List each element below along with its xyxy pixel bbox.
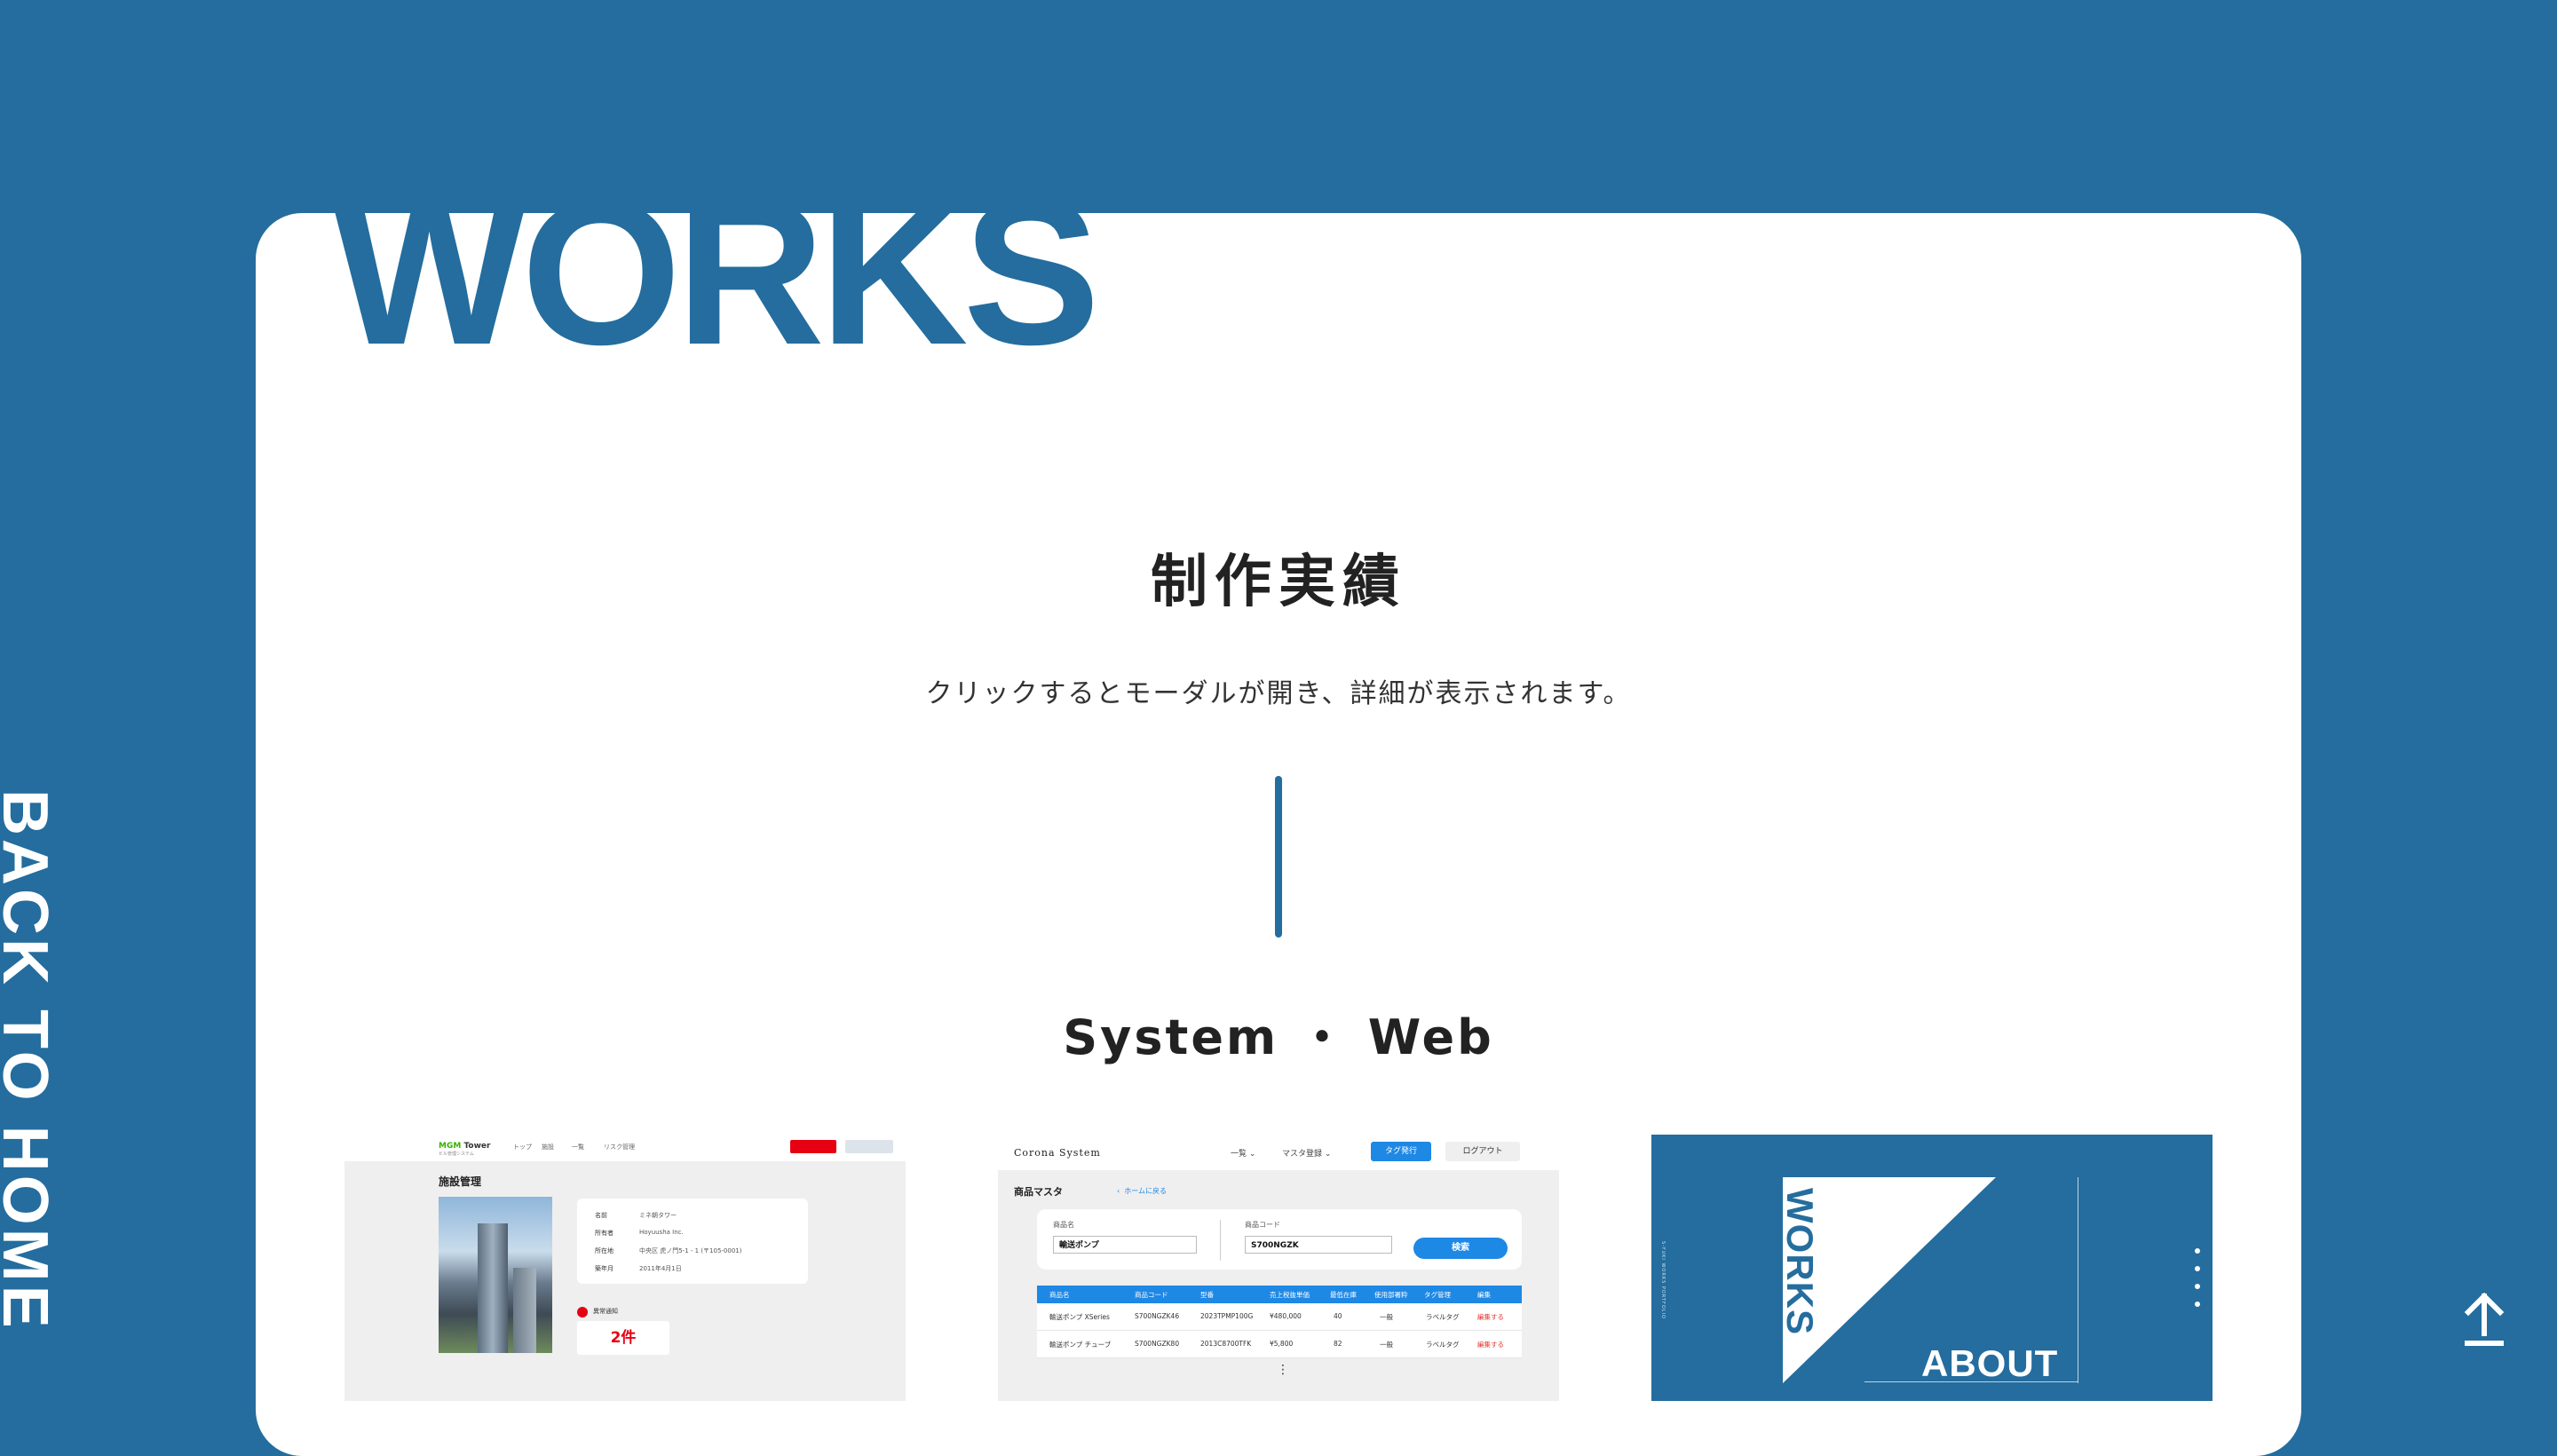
tag-issue-button: タグ発行 [1371,1142,1431,1161]
work-card-facility[interactable]: MGM Tower ビル管理システム トップ 施設 一覧 リスク管理 施設管理 … [344,1135,906,1401]
section-description: クリックするとモーダルが開き、詳細が表示されます。 [925,678,1632,709]
portfolio-about-title: ABOUT [1921,1342,2059,1384]
portfolio-vertical-text: S-YUKI WORKS PORTFOLIO [1660,1241,1666,1319]
table-header: 商品名 商品コード 型番 売上税抜単価 最低在庫 使用部署粋 タグ管理 編集 [1037,1286,1522,1303]
form-separator [1220,1220,1221,1261]
portfolio-works-title: WORKS [1779,1188,1821,1335]
page-title: 商品マスタ [1014,1186,1063,1198]
facility-logo-sub: ビル管理システム [439,1151,474,1157]
table-row: 輸送ポンプ XSeries S700NGZK46 2023TPMP100G ¥4… [1037,1303,1522,1331]
header-button-red [790,1140,836,1153]
info-row: 築年月 2011年4月1日 [595,1265,682,1272]
nav-item: トップ [513,1143,532,1151]
building-shape [478,1223,508,1353]
search-button: 検索 [1413,1238,1508,1259]
info-row: 所在地 中央区 虎ノ門5-1 - 1 (〒105-0001) [595,1247,742,1254]
product-table: 商品名 商品コード 型番 売上税抜単価 最低在庫 使用部署粋 タグ管理 編集 輸… [1037,1286,1522,1358]
corona-logo: Corona System [1014,1147,1101,1159]
facility-logo: MGM Tower [439,1142,491,1151]
nav-item: 一覧 ⌄ [1231,1150,1256,1159]
back-link: ‹ ホームに戻る [1117,1187,1168,1195]
alert-icon [577,1307,588,1318]
works-title: WORKS [332,158,1100,388]
nav-item: 施設 [542,1143,554,1151]
page-title: 施設管理 [439,1175,482,1188]
arrow-up-bar-icon[interactable] [2461,1293,2507,1348]
section-title-jp: 制作実績 [1151,550,1406,615]
code-label: 商品コード [1245,1221,1280,1229]
info-row: 所有者 Hoyuusha Inc. [595,1229,684,1237]
code-input: S700NGZK [1245,1236,1392,1254]
name-label: 商品名 [1053,1221,1074,1229]
building-shape [513,1268,536,1353]
card-header: MGM Tower ビル管理システム トップ 施設 一覧 リスク管理 [344,1135,906,1161]
work-card-portfolio[interactable]: S-YUKI WORKS PORTFOLIO WORKS ABOUT [1651,1135,2213,1401]
alert-label: 異常通知 [593,1308,618,1315]
header-button-gray [845,1140,893,1153]
card-header: Corona System 一覧 ⌄ マスタ登録 ⌄ タグ発行 ログアウト [998,1135,1559,1170]
nav-item: リスク管理 [604,1143,635,1151]
nav-item: マスタ登録 ⌄ [1282,1150,1332,1159]
logout-button: ログアウト [1445,1142,1520,1161]
info-row: 名前 ミネ朝タワー [595,1212,677,1219]
more-rows-indicator: ⋮ [1277,1363,1289,1377]
facebook-icon [2195,1302,2200,1307]
category-heading: System ・ Web [1063,1009,1494,1065]
nav-item: 一覧 [572,1143,584,1151]
info-panel: 名前 ミネ朝タワー 所有者 Hoyuusha Inc. 所在地 中央区 虎ノ門5-1 … [577,1199,808,1284]
instagram-icon [2195,1266,2200,1271]
github-icon [2195,1284,2200,1289]
table-row: 輸送ポンプ チューブ S700NGZK80 2013C8700TFK ¥5,80… [1037,1331,1522,1358]
work-card-corona[interactable]: Corona System 一覧 ⌄ マスタ登録 ⌄ タグ発行 ログアウト 商品… [998,1135,1559,1401]
alert-count: 2件 [577,1321,669,1355]
search-form: 商品名 輸送ポンプ 商品コード S700NGZK 検索 [1037,1209,1522,1270]
twitter-icon [2195,1248,2200,1254]
vertical-divider [1275,776,1282,938]
name-input: 輸送ポンプ [1053,1236,1197,1254]
